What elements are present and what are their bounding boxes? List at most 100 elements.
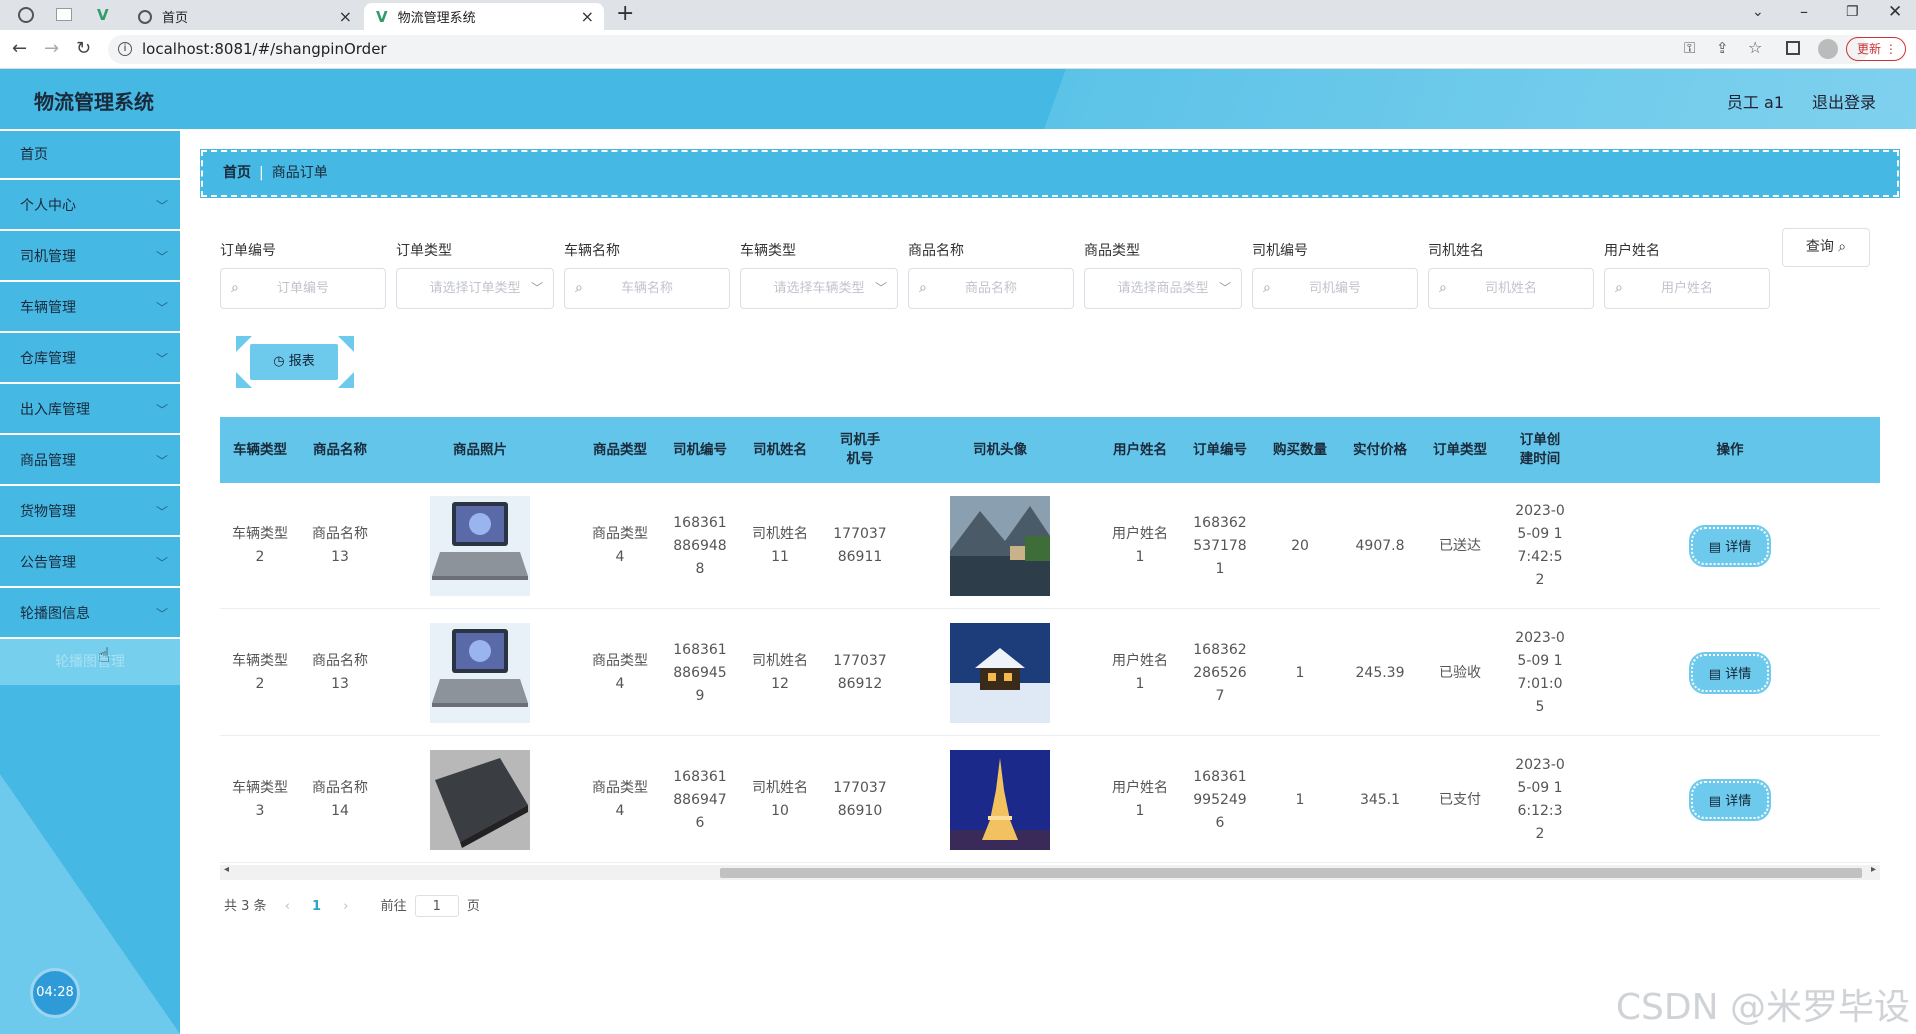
close-icon[interactable]: × [581, 7, 594, 26]
product-name-input[interactable]: ⌕ 商品名称 [908, 268, 1074, 309]
detail-button[interactable]: ▤ 详情 [1689, 652, 1771, 694]
key-icon[interactable]: ⚿ [1684, 39, 1695, 57]
sidebar-item-goods[interactable]: 货物管理 ﹀ [0, 488, 180, 537]
cell-avatar [900, 483, 1100, 609]
sidebar-item-notice[interactable]: 公告管理 ﹀ [0, 539, 180, 588]
prev-page-icon[interactable]: ‹ [285, 899, 290, 914]
driver-no-input[interactable]: ⌕ 司机编号 [1252, 268, 1418, 309]
goto-page-input[interactable]: 1 [414, 895, 459, 917]
sidebar-item-warehouse[interactable]: 仓库管理 ﹀ [0, 335, 180, 384]
back-icon[interactable]: ← [12, 38, 27, 59]
user-name-input[interactable]: ⌕ 用户姓名 [1604, 268, 1770, 309]
filter-label: 司机姓名 [1428, 243, 1484, 259]
horizontal-scrollbar[interactable]: ◂ ▸ [220, 864, 1880, 880]
url-field[interactable]: i localhost:8081/#/shangpinOrder [108, 35, 1868, 64]
filter-label: 商品类型 [1084, 243, 1140, 259]
order-no-input[interactable]: ⌕ 订单编号 [220, 268, 386, 309]
table-row: 车辆类型3 商品名称14 商品类型4 1683618869476 司机姓名10 … [220, 737, 1880, 863]
tab-logistics[interactable]: V 物流管理系统 × [364, 3, 604, 30]
window-close-icon[interactable]: ✕ [1888, 2, 1902, 22]
detail-label: 详情 [1725, 667, 1752, 682]
vue-icon[interactable]: V [97, 6, 109, 24]
pagination: 共 3 条 ‹ 1 › 前往 1 页 [224, 895, 624, 917]
breadcrumb: 首页 | 商品订单 [200, 149, 1900, 198]
laptop-photo[interactable] [430, 496, 530, 596]
star-icon[interactable]: ☆ [1748, 38, 1762, 57]
laptop-closed-photo[interactable] [430, 750, 530, 850]
snow-cabin-photo[interactable] [950, 623, 1050, 723]
vehicle-type-select[interactable]: 请选择车辆类型 ﹀ [740, 268, 898, 309]
detail-button[interactable]: ▤ 详情 [1689, 779, 1771, 821]
reload-icon[interactable]: ↻ [76, 38, 91, 59]
cell-car-type: 车辆类型3 [232, 780, 288, 819]
chevron-down-icon[interactable]: ⌄ [1752, 4, 1764, 20]
cell-status: 已验收 [1439, 664, 1481, 681]
cell-product-type: 商品类型4 [592, 653, 648, 692]
sidebar-subitem-carousel-manage[interactable]: 轮播图管理 [0, 639, 180, 685]
close-icon[interactable]: × [339, 7, 352, 26]
cell-car-type: 车辆类型2 [232, 526, 288, 565]
scroll-left-icon[interactable]: ◂ [224, 864, 229, 875]
document-icon: ▤ [1708, 540, 1722, 555]
restore-icon[interactable]: ❐ [1846, 4, 1859, 20]
cell-driver-no: 1683618869488 [673, 514, 727, 577]
tab-home[interactable]: 首页 × [126, 3, 362, 30]
sidebar-item-personal[interactable]: 个人中心 ﹀ [0, 182, 180, 231]
cell-driver-no: 1683618869459 [673, 641, 727, 704]
column-header: 司机手机号 [839, 432, 881, 467]
sidebar-item-driver[interactable]: 司机管理 ﹀ [0, 233, 180, 282]
product-type-select[interactable]: 请选择商品类型 ﹀ [1084, 268, 1242, 309]
placeholder: 车辆名称 [620, 281, 673, 296]
filter-label: 商品名称 [908, 243, 964, 259]
sidebar-item-product[interactable]: 商品管理 ﹀ [0, 437, 180, 486]
sidebar-item-label: 轮播图信息 [20, 606, 90, 622]
info-icon[interactable]: i [118, 42, 132, 56]
cell-action: ▤ 详情 [1580, 483, 1880, 609]
detail-button[interactable]: ▤ 详情 [1689, 525, 1771, 567]
cell-status: 已支付 [1439, 791, 1481, 808]
table-row: 车辆类型2 商品名称13 商品类型4 1683618869459 司机姓名12 … [220, 610, 1880, 736]
order-type-select[interactable]: 请选择订单类型 ﹀ [396, 268, 554, 309]
chevron-down-icon: ﹀ [155, 454, 168, 468]
cell-car-type: 车辆类型2 [232, 653, 288, 692]
eiffel-tower-photo[interactable] [950, 750, 1050, 850]
breadcrumb-home[interactable]: 首页 [223, 165, 251, 181]
sidebar-item-home[interactable]: 首页 [0, 131, 180, 180]
update-button[interactable]: 更新 ⋮ [1846, 37, 1906, 61]
placeholder: 用户姓名 [1660, 281, 1713, 296]
vehicle-name-input[interactable]: ⌕ 车辆名称 [564, 268, 730, 309]
lake-village-photo[interactable] [950, 496, 1050, 596]
column-header: 订单创建时间 [1519, 432, 1561, 467]
chevron-down-icon: ﹀ [1218, 281, 1231, 295]
sidebar-item-carousel[interactable]: 轮播图信息 ﹀ [0, 590, 180, 639]
update-label: 更新 [1857, 42, 1882, 56]
minimize-icon[interactable]: – [1800, 2, 1808, 21]
cell-price: 345.1 [1359, 791, 1401, 808]
driver-name-input[interactable]: ⌕ 司机姓名 [1428, 268, 1594, 309]
timer-badge[interactable]: 04:28 [30, 968, 80, 1018]
chevron-down-icon: ﹀ [155, 250, 168, 264]
page-number[interactable]: 1 [312, 899, 321, 914]
tab-title: 物流管理系统 [397, 11, 476, 26]
sidebar-item-inout[interactable]: 出入库管理 ﹀ [0, 386, 180, 435]
cell-product: 商品名称14 [312, 780, 368, 819]
logout-link[interactable]: 退出登录 [1812, 89, 1876, 113]
sidepanel-icon[interactable] [1786, 41, 1800, 55]
sidebar-item-label: 首页 [20, 147, 48, 163]
share-icon[interactable]: ⇪ [1716, 39, 1729, 57]
new-tab-icon[interactable]: + [616, 1, 634, 26]
cell-price: 245.39 [1355, 664, 1405, 681]
profile-avatar-icon[interactable] [1818, 39, 1838, 59]
globe-icon[interactable] [18, 7, 34, 23]
laptop-photo[interactable] [430, 623, 530, 723]
page-icon[interactable] [56, 8, 72, 21]
report-button[interactable]: ◷ 报表 [250, 344, 338, 380]
scroll-right-icon[interactable]: ▸ [1871, 864, 1876, 875]
forward-icon[interactable]: → [44, 38, 59, 59]
vue-icon: V [376, 7, 388, 26]
query-button[interactable]: 查询 ⌕ [1782, 228, 1870, 267]
scrollbar-thumb[interactable] [720, 868, 1862, 878]
sidebar-item-label: 出入库管理 [20, 402, 90, 418]
sidebar-item-vehicle[interactable]: 车辆管理 ﹀ [0, 284, 180, 333]
next-page-icon[interactable]: › [343, 899, 348, 914]
